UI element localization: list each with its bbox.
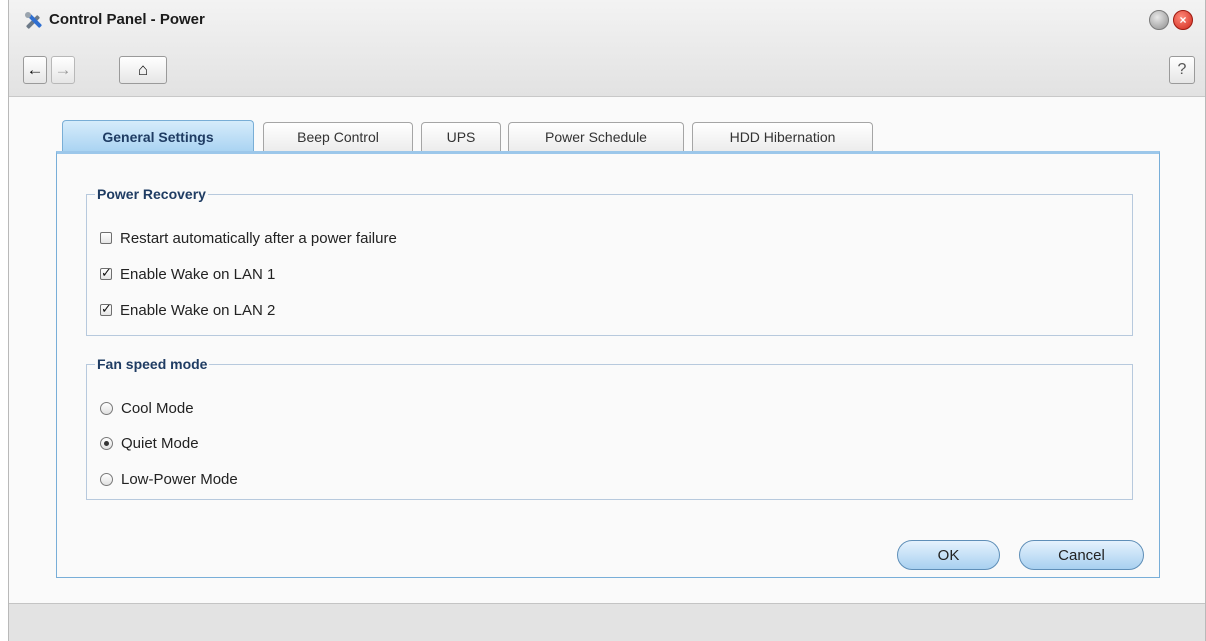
wake-on-lan-2-checkbox[interactable]: ✓ [100, 301, 112, 316]
status-bar [9, 603, 1205, 641]
home-button[interactable]: ⌂ [119, 56, 167, 84]
low-power-mode-label: Low-Power Mode [121, 470, 238, 488]
forward-button[interactable]: → [51, 56, 75, 84]
tab-label: UPS [446, 129, 476, 145]
wake-on-lan-1-label: Enable Wake on LAN 1 [120, 265, 276, 283]
tab-label: Beep Control [297, 129, 379, 145]
low-power-mode-radio[interactable] [100, 472, 113, 486]
home-icon: ⌂ [137, 60, 149, 79]
tab-general-settings[interactable]: General Settings [62, 120, 254, 152]
help-button[interactable]: ? [1169, 56, 1195, 84]
arrow-left-icon: ← [26, 60, 44, 79]
tab-label: Power Schedule [545, 129, 647, 145]
tab-beep-control[interactable]: Beep Control [263, 122, 413, 151]
cool-mode-option[interactable]: Cool Mode [100, 398, 194, 418]
window-title: Control Panel - Power [49, 11, 205, 28]
radio-selected-dot [104, 440, 109, 446]
low-power-mode-option[interactable]: Low-Power Mode [100, 469, 238, 489]
checkmark-icon: ✓ [101, 301, 112, 316]
title-bar: Control Panel - Power × ← → ⌂ ? [9, 0, 1205, 97]
control-panel-window: Control Panel - Power × ← → ⌂ ? General … [8, 0, 1206, 641]
cancel-button[interactable]: Cancel [1019, 540, 1144, 570]
restart-after-power-failure-option[interactable]: Restart automatically after a power fail… [100, 228, 397, 248]
control-panel-tools-icon [25, 12, 42, 29]
fan-speed-mode-group: Fan speed mode Cool Mode Quiet Mode Low-… [86, 356, 1133, 500]
power-recovery-legend: Power Recovery [97, 186, 206, 202]
quiet-mode-radio[interactable] [100, 436, 113, 450]
content-area: General Settings Beep Control UPS Power … [9, 96, 1205, 641]
restart-checkbox[interactable] [100, 232, 112, 244]
restart-label: Restart automatically after a power fail… [120, 229, 397, 247]
quiet-mode-label: Quiet Mode [121, 434, 199, 452]
tab-power-schedule[interactable]: Power Schedule [508, 122, 684, 151]
quiet-mode-option[interactable]: Quiet Mode [100, 433, 199, 453]
close-button[interactable]: × [1173, 10, 1193, 30]
help-icon: ? [1177, 61, 1187, 78]
tab-ups[interactable]: UPS [421, 122, 501, 151]
fan-speed-legend: Fan speed mode [97, 356, 208, 372]
minimize-button[interactable] [1149, 10, 1169, 30]
ok-button[interactable]: OK [897, 540, 1000, 570]
tab-label: General Settings [102, 128, 214, 145]
wake-on-lan-2-option[interactable]: ✓ Enable Wake on LAN 2 [100, 300, 275, 320]
wake-on-lan-1-checkbox[interactable]: ✓ [100, 265, 112, 280]
wake-on-lan-1-option[interactable]: ✓ Enable Wake on LAN 1 [100, 264, 275, 284]
checkmark-icon: ✓ [101, 265, 112, 280]
wake-on-lan-2-label: Enable Wake on LAN 2 [120, 301, 276, 319]
arrow-right-icon: → [54, 60, 72, 79]
back-button[interactable]: ← [23, 56, 47, 84]
close-icon: × [1179, 13, 1187, 27]
cool-mode-radio[interactable] [100, 401, 113, 415]
power-recovery-group: Power Recovery Restart automatically aft… [86, 186, 1133, 336]
tab-label: HDD Hibernation [729, 129, 836, 145]
general-settings-panel: Power Recovery Restart automatically aft… [56, 151, 1160, 578]
tab-hdd-hibernation[interactable]: HDD Hibernation [692, 122, 873, 151]
cool-mode-label: Cool Mode [121, 399, 194, 417]
